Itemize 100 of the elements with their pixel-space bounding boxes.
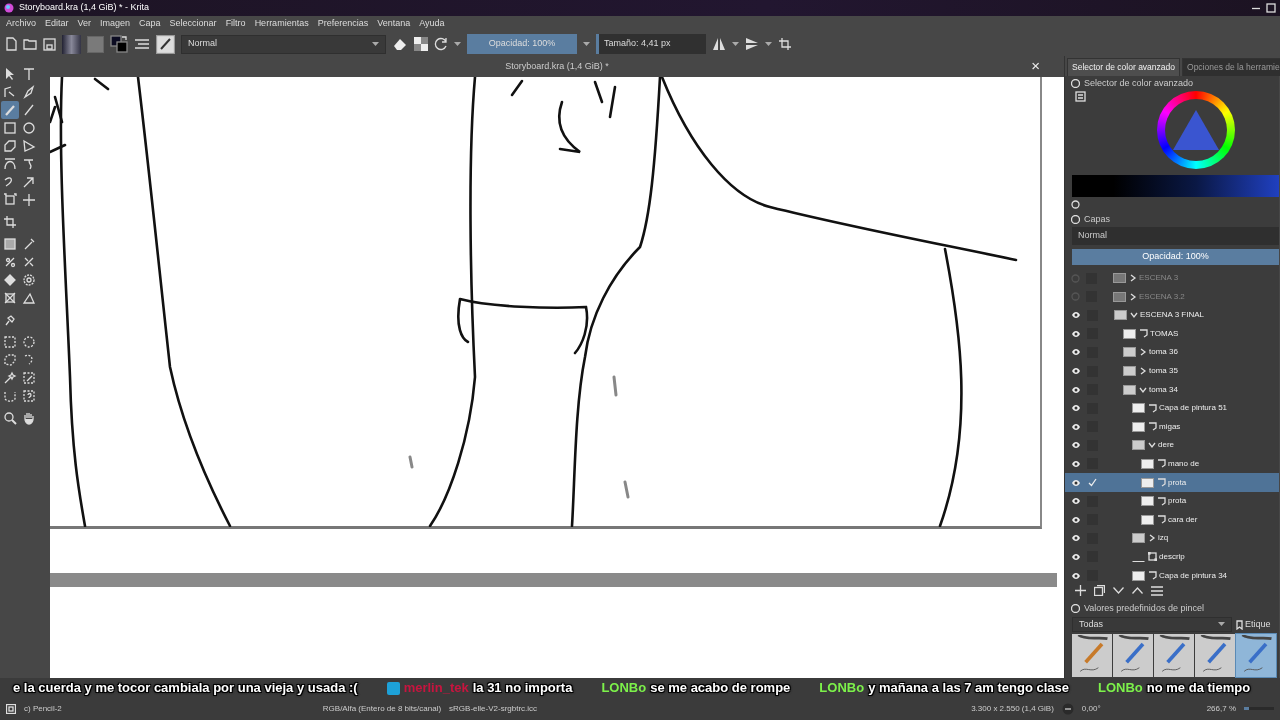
brush-preset-thumbnail[interactable]: [1195, 633, 1235, 677]
blend-mode-dropdown[interactable]: Normal: [1078, 229, 1107, 243]
layer-row[interactable]: mano de: [1065, 454, 1279, 474]
eye-icon[interactable]: [1071, 348, 1081, 357]
rectangle-select-icon[interactable]: [1, 333, 19, 351]
chevron-down-icon[interactable]: [1113, 587, 1124, 595]
chevron-down-icon[interactable]: [1130, 311, 1138, 320]
settings-list-icon[interactable]: [1075, 90, 1086, 102]
eye-icon[interactable]: [1071, 329, 1081, 338]
brush-settings-icon[interactable]: [134, 37, 150, 51]
color-gradient-strip[interactable]: [1072, 174, 1279, 197]
layer-row[interactable]: migas: [1065, 417, 1279, 437]
ellipse-select-icon[interactable]: [20, 333, 38, 351]
add-icon[interactable]: [1075, 585, 1086, 597]
layer-row[interactable]: prota: [1065, 491, 1279, 511]
chevron-right-icon[interactable]: [1129, 274, 1137, 283]
chevron-right-icon[interactable]: [1129, 292, 1137, 301]
layer-row[interactable]: toma 34: [1065, 380, 1279, 399]
document-tab-title[interactable]: Storyboard.kra (1,4 GiB) *: [505, 59, 609, 74]
blend-mode-dropdown[interactable]: Normal: [181, 34, 386, 54]
chevron-down-icon[interactable]: [1148, 441, 1156, 450]
menu-item[interactable]: Editar: [45, 17, 69, 31]
polygon-icon[interactable]: [1, 137, 19, 155]
properties-icon[interactable]: [1151, 585, 1163, 596]
eye-icon[interactable]: [1071, 385, 1081, 394]
chevron-up-icon[interactable]: [1132, 587, 1143, 595]
menu-item[interactable]: Archivo: [6, 17, 36, 31]
menu-item[interactable]: Herramientas: [254, 17, 309, 31]
brush-preset-thumbnail[interactable]: [1236, 633, 1276, 677]
checkerboard-icon[interactable]: [414, 37, 428, 51]
brush-preset-icon[interactable]: [156, 34, 175, 54]
new-document-icon[interactable]: [5, 37, 17, 51]
eye-icon[interactable]: [1071, 367, 1081, 375]
menu-item[interactable]: Capa: [139, 17, 161, 31]
eye-icon[interactable]: [1071, 441, 1081, 450]
layer-row[interactable]: prota: [1065, 473, 1279, 492]
layer-row[interactable]: dere: [1065, 436, 1279, 455]
layer-row[interactable]: izq: [1065, 529, 1279, 548]
filter-dropdown[interactable]: Todas: [1072, 616, 1232, 632]
layer-row[interactable]: Capa de pintura 51: [1065, 398, 1279, 418]
close-button[interactable]: ×: [1031, 57, 1040, 75]
rectangle-icon[interactable]: [1, 119, 19, 137]
frame-icon[interactable]: [6, 703, 16, 714]
layer-row[interactable]: toma 36: [1065, 343, 1279, 362]
pattern-swatch[interactable]: [87, 35, 104, 53]
folder-icon[interactable]: [23, 38, 37, 50]
similar-select-icon[interactable]: [20, 369, 38, 387]
checkmark-icon[interactable]: [1087, 477, 1098, 489]
menu-item[interactable]: Imagen: [100, 17, 131, 31]
polygon-select-icon[interactable]: [1, 351, 19, 369]
chevron-right-icon[interactable]: [1139, 348, 1147, 357]
eye-icon[interactable]: [1071, 497, 1081, 506]
eye-icon[interactable]: [1071, 422, 1081, 431]
magnetic-select-icon[interactable]: [20, 387, 38, 405]
brush-icon[interactable]: [1, 101, 19, 119]
chevron-down-icon[interactable]: [1139, 385, 1147, 394]
eye-icon[interactable]: [1071, 311, 1081, 320]
chevron-right-icon[interactable]: [1139, 367, 1147, 375]
gradient-swatch[interactable]: [62, 34, 81, 54]
mirror-vertical-icon[interactable]: [745, 37, 759, 51]
eye-icon[interactable]: [1071, 404, 1081, 413]
docker-tab[interactable]: Opciones de la herramie: [1182, 58, 1280, 76]
enclose-fill-icon[interactable]: [20, 271, 38, 289]
docker-tab[interactable]: Selector de color avanzado: [1067, 58, 1180, 76]
mirror-horizontal-icon[interactable]: [712, 37, 726, 51]
gradient-icon[interactable]: [1, 235, 19, 253]
reload-icon[interactable]: [434, 37, 448, 51]
save-icon[interactable]: [43, 37, 56, 51]
duplicate-icon[interactable]: [1094, 585, 1105, 597]
brush-preset-thumbnail[interactable]: [1072, 633, 1112, 677]
color-swap-icon[interactable]: [110, 35, 128, 53]
menu-item[interactable]: Ver: [77, 17, 92, 31]
eye-icon[interactable]: [1071, 552, 1081, 561]
brush-preset-thumbnail[interactable]: [1154, 633, 1194, 677]
crop-icon[interactable]: [1, 213, 19, 231]
eye-icon[interactable]: [1071, 460, 1081, 468]
layer-row[interactable]: cara der: [1065, 510, 1279, 530]
layer-row[interactable]: ESCENA 3 FINAL: [1065, 305, 1279, 325]
menu-item[interactable]: Seleccionar: [169, 17, 217, 31]
brush-preset-thumbnail[interactable]: [1113, 633, 1153, 677]
menu-item[interactable]: Preferencias: [317, 17, 369, 31]
move-icon[interactable]: [20, 191, 38, 209]
eraser-icon[interactable]: [392, 37, 408, 51]
zoom-icon[interactable]: [1, 409, 19, 427]
maximize-icon[interactable]: [1266, 3, 1276, 13]
opacity-slider[interactable]: Opacidad: 100%: [1072, 248, 1279, 265]
color-triangle[interactable]: [1173, 109, 1219, 150]
wrap-around-icon[interactable]: [778, 37, 792, 51]
layer-row[interactable]: Capa de pintura 34: [1065, 566, 1279, 581]
menu-item[interactable]: Ayuda: [419, 17, 445, 31]
layer-row[interactable]: TOMAS: [1065, 324, 1279, 344]
tag-button[interactable]: Etique: [1236, 616, 1271, 633]
eye-icon[interactable]: [1071, 571, 1081, 580]
eye-icon[interactable]: [1071, 478, 1081, 487]
layer-row[interactable]: descrip: [1065, 547, 1279, 567]
chevron-right-icon[interactable]: [1148, 534, 1156, 543]
menu-item[interactable]: Ventana: [377, 17, 411, 31]
layer-row[interactable]: toma 35: [1065, 361, 1279, 381]
size-slider[interactable]: Tamaño: 4,41 px: [596, 34, 706, 54]
eye-icon[interactable]: [1071, 515, 1081, 524]
